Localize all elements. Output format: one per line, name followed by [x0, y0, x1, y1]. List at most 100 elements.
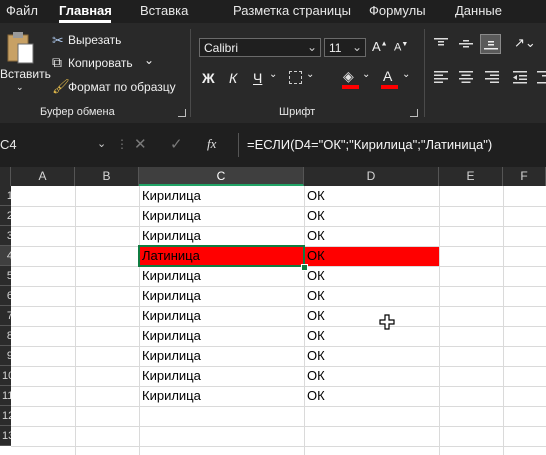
cell-d4[interactable]: ОК: [304, 246, 325, 266]
worksheet-grid[interactable]: A B C D E F 1 2 3 4 5 6 7 8 9 10 11 12 1…: [0, 167, 546, 455]
paste-button[interactable]: Вставить ⌄: [0, 27, 51, 97]
chevron-down-icon[interactable]: ⌄: [97, 134, 106, 154]
tab-insert[interactable]: Вставка: [140, 3, 188, 18]
chevron-down-icon[interactable]: ⌄: [269, 69, 277, 80]
increase-font-size-icon[interactable]: A▲: [372, 39, 388, 54]
row-header[interactable]: 7: [0, 306, 11, 326]
chevron-down-icon: ⌄: [306, 40, 317, 54]
font-name-value: Calibri: [204, 41, 239, 55]
align-bottom-button[interactable]: [480, 34, 501, 54]
copy-icon: ⧉: [52, 54, 62, 70]
bold-button[interactable]: Ж: [202, 70, 215, 86]
increase-indent-icon[interactable]: [536, 70, 546, 84]
font-name-select[interactable]: Calibri ⌄: [199, 38, 321, 57]
decrease-font-size-icon[interactable]: A▼: [394, 41, 408, 54]
underline-button[interactable]: Ч: [253, 70, 262, 86]
align-left-icon[interactable]: [433, 70, 449, 84]
align-top-icon[interactable]: [433, 37, 449, 51]
align-center-icon[interactable]: [458, 70, 474, 84]
cell-d9[interactable]: ОК: [304, 346, 325, 366]
align-right-icon[interactable]: [484, 70, 500, 84]
cell-c3[interactable]: Кирилица: [139, 206, 201, 226]
borders-button[interactable]: [289, 71, 302, 84]
tab-data[interactable]: Данные: [455, 3, 502, 18]
gridline: [11, 366, 546, 367]
cell-c10[interactable]: Кирилица: [139, 366, 201, 386]
cell-d3[interactable]: ОК: [304, 206, 325, 226]
cell-d8[interactable]: ОК: [304, 326, 325, 346]
chevron-down-icon[interactable]: ⌄: [362, 69, 370, 80]
row-header[interactable]: 6: [0, 286, 11, 306]
row-header[interactable]: 3: [0, 226, 11, 246]
formula-input[interactable]: =ЕСЛИ(D4="ОК";"Кирилица";"Латиница"): [238, 133, 546, 157]
cell-c11[interactable]: Кирилица: [139, 386, 201, 406]
row-header[interactable]: 11: [0, 386, 11, 406]
fill-handle[interactable]: [301, 264, 308, 271]
row-header[interactable]: 1: [0, 186, 11, 206]
row-header[interactable]: 12: [0, 406, 11, 426]
cell-c6[interactable]: Кирилица: [139, 286, 201, 306]
column-header-b[interactable]: B: [75, 167, 139, 186]
cell-d-row3[interactable]: ОК: [304, 226, 325, 246]
cell-d10[interactable]: ОК: [304, 366, 325, 386]
row-header[interactable]: 8: [0, 326, 11, 346]
italic-button[interactable]: К: [229, 70, 237, 86]
cell-d6[interactable]: ОК: [304, 286, 325, 306]
decrease-indent-icon[interactable]: [512, 70, 528, 84]
scissors-icon: ✂: [52, 32, 64, 48]
tab-file[interactable]: Файл: [6, 3, 38, 18]
cell-c-row3[interactable]: Кирилица: [139, 226, 201, 246]
dialog-launcher-icon[interactable]: [178, 109, 186, 117]
cell-d7[interactable]: ОК: [304, 306, 325, 326]
enter-check-icon[interactable]: ✓: [170, 135, 183, 153]
align-middle-icon[interactable]: [458, 37, 474, 51]
row-header[interactable]: 10: [0, 366, 11, 386]
tab-formulas[interactable]: Формулы: [369, 3, 426, 18]
row-header[interactable]: 13: [0, 426, 11, 446]
gridline: [11, 286, 546, 287]
row-header[interactable]: 5: [0, 266, 11, 286]
chevron-down-icon[interactable]: ⌄: [306, 69, 314, 80]
column-header-d[interactable]: D: [304, 167, 439, 186]
paint-bucket-icon: ◈: [343, 68, 354, 84]
chevron-down-icon[interactable]: ⌄: [402, 69, 410, 80]
cell-c5[interactable]: Кирилица: [139, 266, 201, 286]
row-header[interactable]: 9: [0, 346, 11, 366]
chevron-down-icon: ⌄: [144, 53, 155, 67]
name-box[interactable]: C4 ⌄: [0, 135, 113, 155]
tab-page-layout[interactable]: Разметка страницы: [233, 3, 351, 18]
column-header-f[interactable]: F: [503, 167, 546, 186]
orientation-icon[interactable]: ↗⌄: [514, 35, 536, 51]
cut-label: Вырезать: [68, 33, 122, 47]
fill-color-button[interactable]: ◈: [342, 68, 360, 90]
column-header-e[interactable]: E: [439, 167, 503, 186]
format-painter-button[interactable]: 🖌 Формат по образцу: [52, 78, 182, 97]
row-header[interactable]: 2: [0, 206, 11, 226]
insert-function-icon[interactable]: fx: [207, 136, 216, 152]
cell-c8[interactable]: Кирилица: [139, 326, 201, 346]
ribbon: Вставить ⌄ ✂ Вырезать ⧉ Копировать ⌄ 🖌 Ф…: [0, 23, 546, 123]
cell-c9[interactable]: Кирилица: [139, 346, 201, 366]
font-size-select[interactable]: 11 ⌄: [324, 38, 366, 57]
tab-home[interactable]: Главная: [59, 3, 112, 18]
column-header-a[interactable]: A: [11, 167, 75, 186]
cell-c7[interactable]: Кирилица: [139, 306, 201, 326]
cell-d2[interactable]: ОК: [304, 186, 325, 206]
cell-c2[interactable]: Кирилица: [139, 186, 201, 206]
cut-button[interactable]: ✂ Вырезать: [52, 32, 132, 50]
select-all-corner[interactable]: [0, 167, 11, 186]
align-bottom-icon: [484, 41, 498, 50]
gridline: [11, 306, 546, 307]
gridline: [11, 386, 546, 387]
dialog-launcher-icon[interactable]: [410, 109, 418, 117]
column-header-c[interactable]: C: [139, 167, 304, 186]
clipboard-icon: [7, 32, 34, 64]
cell-d11[interactable]: ОК: [304, 386, 325, 406]
gridline: [11, 226, 546, 227]
chevron-down-icon: ⌄: [351, 40, 362, 54]
cancel-icon[interactable]: ✕: [134, 135, 147, 153]
copy-button[interactable]: ⧉ Копировать ⌄: [52, 53, 155, 73]
font-color-button[interactable]: A: [381, 68, 399, 90]
row-header[interactable]: 4: [0, 246, 11, 266]
ribbon-tabs: Файл Главная Вставка Разметка страницы Ф…: [0, 0, 546, 23]
